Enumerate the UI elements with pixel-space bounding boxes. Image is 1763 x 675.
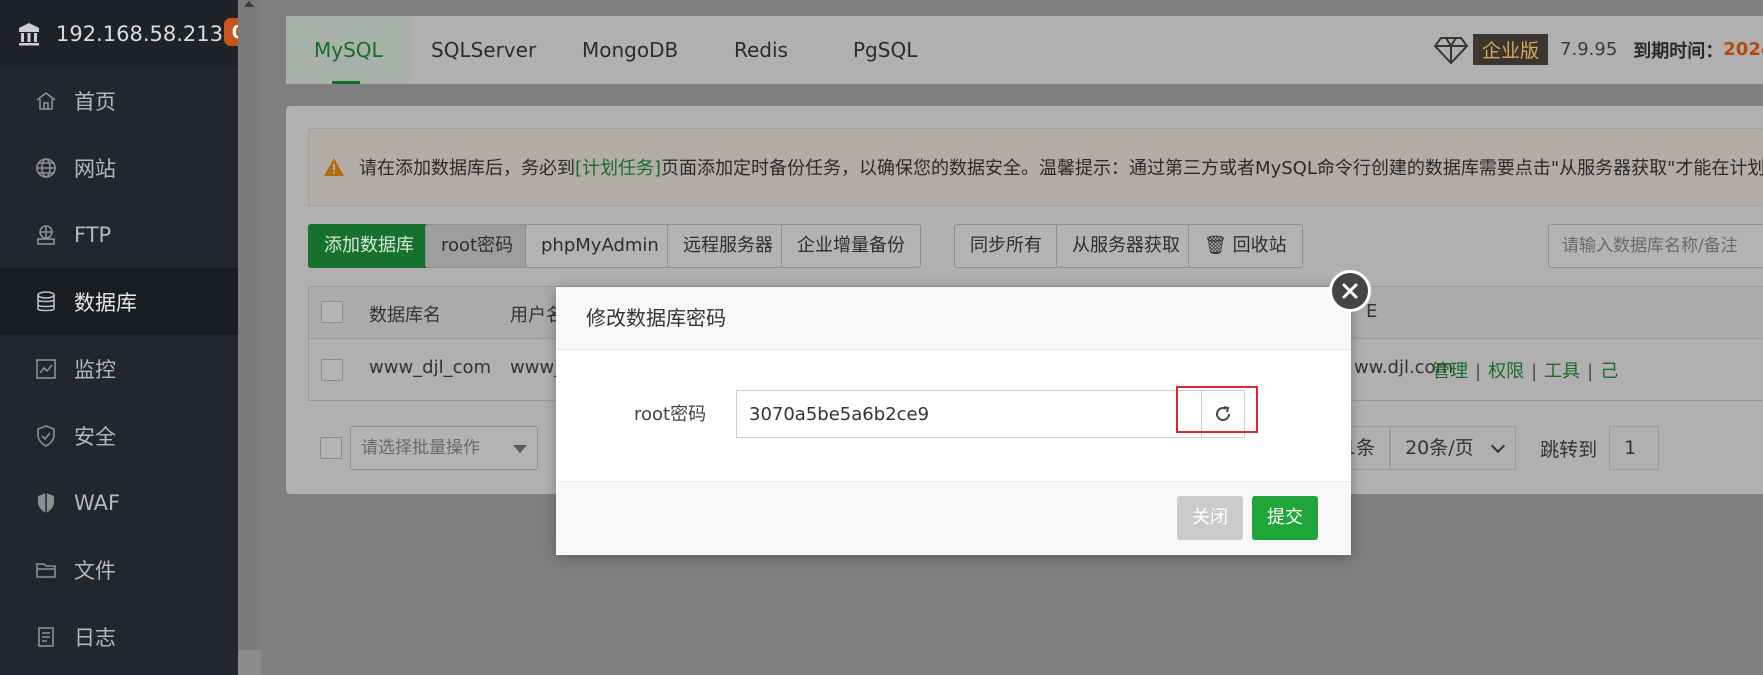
warning-icon <box>324 158 344 176</box>
backup-notice: 请在添加数据库后，务必到 [计划任务] 页面添加定时备份任务，以确保您的数据安全。温… <box>308 128 1763 206</box>
diamond-icon <box>1433 36 1469 64</box>
manage-link[interactable]: 管理 <box>1432 361 1468 382</box>
page-size-value: 20条/页 <box>1405 437 1474 459</box>
sidebar-item-monitor[interactable]: 监控 <box>0 335 238 402</box>
sidebar-item-waf[interactable]: WAF <box>0 469 238 536</box>
root-password-button[interactable]: root密码 <box>425 224 530 268</box>
row-checkbox[interactable] <box>321 359 343 381</box>
host-address: 192.168.58.213 <box>56 21 223 46</box>
tab-pgsql[interactable]: PgSQL <box>853 16 917 84</box>
x-icon <box>1342 283 1358 299</box>
sidebar-item-label: 数据库 <box>74 290 137 315</box>
scrollbar[interactable] <box>238 0 261 650</box>
phpmyadmin-button[interactable]: phpMyAdmin <box>525 224 675 268</box>
trash-icon: 🗑 <box>1204 235 1227 256</box>
caret-down-icon <box>513 445 527 453</box>
root-password-label: root密码 <box>634 404 707 425</box>
tools-link[interactable]: 工具 <box>1544 361 1580 382</box>
sidebar-item-security[interactable]: 安全 <box>0 402 238 469</box>
permission-link[interactable]: 权限 <box>1488 361 1524 382</box>
dialog-title: 修改数据库密码 <box>556 287 1351 350</box>
sidebar-header[interactable]: 192.168.58.213 <box>0 0 238 67</box>
remote-server-button[interactable]: 远程服务器 <box>667 224 789 268</box>
sidebar-item-website[interactable]: 网站 <box>0 134 238 201</box>
sidebar-item-label: FTP <box>74 222 112 247</box>
recycle-bin-button[interactable]: 🗑 回收站 <box>1188 224 1303 268</box>
scroll-up-icon[interactable] <box>244 1 254 7</box>
page-size-select[interactable]: 20条/页 <box>1390 426 1517 470</box>
batch-placeholder: 请选择批量操作 <box>361 438 480 458</box>
edition-badge[interactable]: 企业版 <box>1473 34 1549 65</box>
ftp-icon <box>37 224 55 245</box>
sidebar-item-label: 文件 <box>74 558 116 583</box>
search-input[interactable]: 请输入数据库名称/备注 <box>1548 224 1763 268</box>
sidebar: 192.168.58.213 首页 网站 FTP 数据库 监控 安全 WAF 文… <box>0 0 238 675</box>
globe-icon <box>36 157 56 178</box>
regenerate-password-button[interactable] <box>1201 390 1245 438</box>
close-dialog-icon[interactable] <box>1329 270 1371 312</box>
sidebar-item-label: 监控 <box>74 357 116 382</box>
sidebar-item-label: WAF <box>74 490 121 515</box>
db-type-tabs: MySQL SQLServer MongoDB Redis PgSQL 企业版 … <box>286 16 1763 84</box>
sidebar-item-label: 安全 <box>74 424 116 449</box>
sidebar-item-label: 日志 <box>74 625 116 650</box>
change-db-password-dialog: 修改数据库密码 root密码 关闭 提交 <box>556 287 1351 555</box>
sync-all-button[interactable]: 同步所有 <box>954 224 1058 268</box>
footer-checkbox[interactable] <box>320 437 342 459</box>
close-button[interactable]: 关闭 <box>1177 496 1243 540</box>
row-actions: 管理 | 权限 | 工具 | 己 <box>1432 361 1619 382</box>
folder-icon <box>36 562 56 578</box>
tab-mysql[interactable]: MySQL <box>286 16 411 84</box>
waf-icon <box>38 492 54 513</box>
notice-text-before: 请在添加数据库后，务必到 <box>359 158 575 179</box>
incremental-backup-button[interactable]: 企业增量备份 <box>781 224 921 268</box>
refresh-icon <box>1216 406 1230 421</box>
shield-icon <box>37 424 55 447</box>
col-db-name[interactable]: 数据库名 <box>369 301 441 327</box>
expire-date: 2024-0 <box>1723 39 1763 60</box>
log-icon <box>38 626 54 647</box>
server-logo-icon <box>19 22 39 45</box>
jump-page-input[interactable]: 1 <box>1609 426 1660 470</box>
sidebar-item-ftp[interactable]: FTP <box>0 201 238 268</box>
fetch-from-server-button[interactable]: 从服务器获取 <box>1056 224 1196 268</box>
notice-text-after: 页面添加定时备份任务，以确保您的数据安全。温馨提示：通过第三方或者MySQL命令… <box>661 158 1763 179</box>
tab-redis[interactable]: Redis <box>734 16 788 84</box>
dialog-body: root密码 <box>556 350 1351 482</box>
row-db-name: www_djl_com <box>369 357 492 378</box>
edition-info: 企业版 7.9.95 到期时间： 2024-0 <box>1433 34 1763 65</box>
select-all-checkbox[interactable] <box>321 301 343 323</box>
version-text: 7.9.95 <box>1560 39 1618 60</box>
database-icon <box>37 290 55 311</box>
dialog-footer: 关闭 提交 <box>556 482 1351 554</box>
add-database-button[interactable]: 添加数据库 <box>308 224 430 268</box>
submit-button[interactable]: 提交 <box>1252 496 1318 540</box>
more-link[interactable]: 己 <box>1600 361 1618 382</box>
expire-label: 到期时间： <box>1633 40 1724 62</box>
sidebar-item-home[interactable]: 首页 <box>0 67 238 134</box>
sidebar-item-label: 首页 <box>74 89 116 114</box>
tab-mongodb[interactable]: MongoDB <box>582 16 678 84</box>
sidebar-item-database[interactable]: 数据库 <box>0 268 238 335</box>
recycle-bin-label: 回收站 <box>1232 235 1287 256</box>
sidebar-item-label: 网站 <box>74 156 116 181</box>
batch-operation-select[interactable]: 请选择批量操作 <box>350 426 538 470</box>
root-password-input[interactable] <box>736 390 1201 438</box>
jump-label: 跳转到 <box>1540 438 1598 461</box>
sidebar-item-files[interactable]: 文件 <box>0 536 238 603</box>
cron-task-link[interactable]: [计划任务] <box>575 154 661 180</box>
chevron-down-icon <box>1491 438 1506 454</box>
home-icon <box>36 91 56 110</box>
col-extra: E <box>1366 301 1378 322</box>
tab-sqlserver[interactable]: SQLServer <box>431 16 536 84</box>
monitor-icon <box>36 358 56 379</box>
sidebar-item-logs[interactable]: 日志 <box>0 603 238 670</box>
